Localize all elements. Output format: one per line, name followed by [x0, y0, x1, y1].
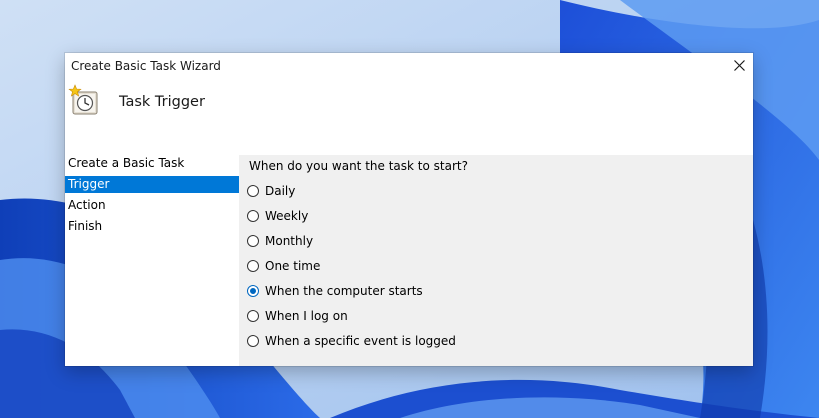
wizard-steps-nav: Create a Basic Task Trigger Action Finis… — [65, 155, 239, 366]
option-label: Weekly — [265, 209, 309, 223]
radio-log-on[interactable] — [247, 310, 259, 322]
option-monthly[interactable]: Monthly — [245, 233, 545, 251]
radio-event-logged[interactable] — [247, 335, 259, 347]
wizard-header: Task Trigger — [65, 79, 753, 155]
page-title: Task Trigger — [119, 94, 205, 110]
scheduled-task-clock-icon — [68, 83, 102, 117]
radio-computer-starts[interactable] — [247, 285, 259, 297]
option-label: Monthly — [265, 234, 314, 248]
close-button[interactable] — [725, 53, 753, 79]
trigger-question: When do you want the task to start? — [249, 159, 468, 173]
option-daily[interactable]: Daily — [245, 183, 545, 201]
title-bar: Create Basic Task Wizard — [65, 53, 753, 79]
option-computer-starts[interactable]: When the computer starts — [245, 283, 545, 301]
option-label: When a specific event is logged — [265, 334, 456, 348]
window-title: Create Basic Task Wizard — [71, 59, 221, 73]
radio-monthly[interactable] — [247, 235, 259, 247]
option-one-time[interactable]: One time — [245, 258, 545, 276]
trigger-panel: When do you want the task to start? Dail… — [239, 155, 753, 366]
radio-daily[interactable] — [247, 185, 259, 197]
step-action[interactable]: Action — [65, 197, 239, 214]
option-event-logged[interactable]: When a specific event is logged — [245, 333, 545, 351]
option-label: One time — [265, 259, 321, 273]
option-label: Daily — [265, 184, 296, 198]
radio-one-time[interactable] — [247, 260, 259, 272]
option-log-on[interactable]: When I log on — [245, 308, 545, 326]
option-label: When the computer starts — [265, 284, 423, 298]
close-icon — [734, 60, 745, 71]
option-weekly[interactable]: Weekly — [245, 208, 545, 226]
option-label: When I log on — [265, 309, 348, 323]
step-create-basic-task[interactable]: Create a Basic Task — [65, 155, 239, 172]
step-trigger[interactable]: Trigger — [65, 176, 239, 193]
radio-weekly[interactable] — [247, 210, 259, 222]
create-basic-task-wizard-dialog: Create Basic Task Wizard Task Trigger Cr… — [65, 53, 753, 366]
step-finish[interactable]: Finish — [65, 218, 239, 235]
